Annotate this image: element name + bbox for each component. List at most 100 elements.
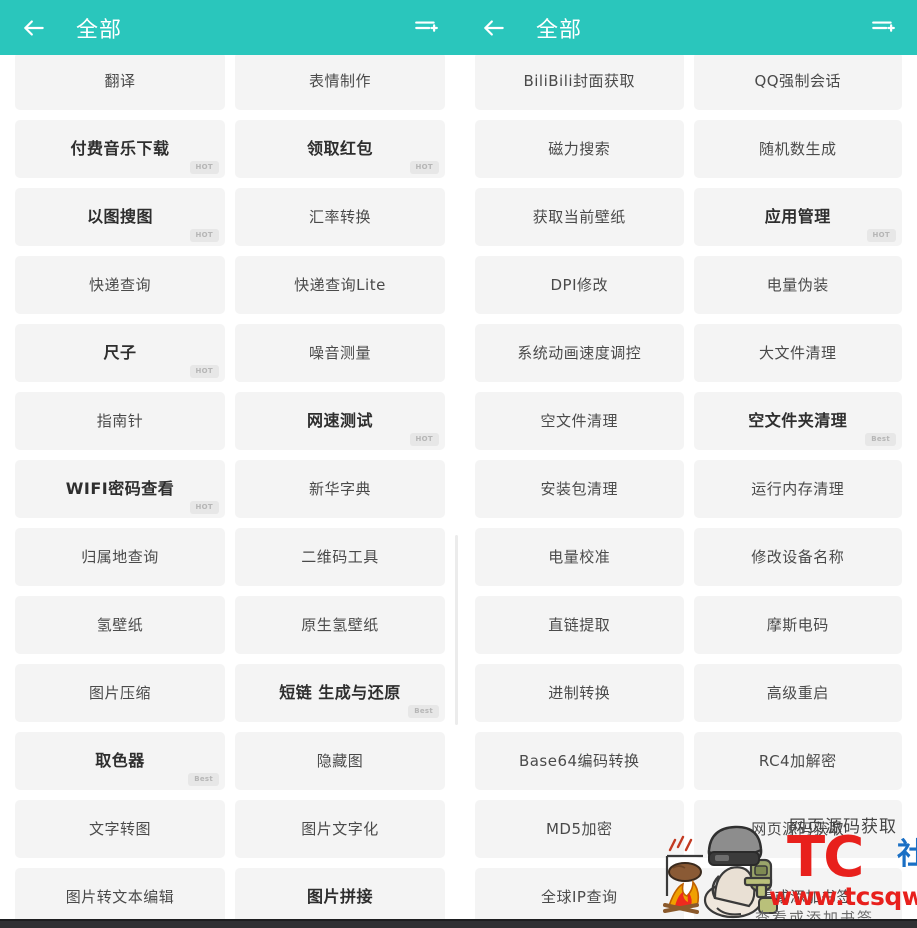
tool-card[interactable]: 新华字典 xyxy=(235,460,445,518)
tool-card[interactable]: 文字转图 xyxy=(15,800,225,858)
tool-card[interactable]: 网页源码获取 xyxy=(693,800,902,858)
tool-card[interactable]: 原生氢壁纸 xyxy=(235,596,445,654)
tool-card[interactable]: Base64编码转换 xyxy=(475,732,684,790)
tool-cell: QQ强制会话 xyxy=(689,47,908,115)
tool-cell: Base64编码转换 xyxy=(470,727,689,795)
back-button-right[interactable] xyxy=(474,8,514,48)
page-title-left: 全部 xyxy=(76,17,123,43)
playlist-add-button-left[interactable] xyxy=(406,8,446,48)
left-app-panel: 全部 翻译 表情制作 付费音乐下载 HOT 领取红包 HOT 以图搜图 HOT 汇率转换快递查询… xyxy=(0,0,460,928)
tool-card[interactable]: 取色器 Best xyxy=(15,732,225,790)
left-appbar: 全部 xyxy=(0,0,460,55)
tool-card[interactable]: 汇率转换 xyxy=(235,188,445,246)
tool-card[interactable]: 归属地查询 xyxy=(15,528,225,586)
left-panel-scrollbar[interactable] xyxy=(455,535,458,725)
tool-card[interactable]: 查看或添加书签 xyxy=(693,868,902,926)
tool-card[interactable]: 系统动画速度调控 xyxy=(475,324,684,382)
tool-card[interactable]: 指南针 xyxy=(15,392,225,450)
tool-card[interactable]: 尺子 HOT xyxy=(15,324,225,382)
tool-card-label: 快递查询 xyxy=(88,275,151,294)
back-button-left[interactable] xyxy=(14,8,54,48)
right-tool-grid: BiliBili封面获取 QQ强制会话磁力搜索 随机数生成获取当前壁纸 应用管理 HOT… xyxy=(460,47,917,928)
tool-card[interactable]: DPI修改 xyxy=(475,256,684,314)
tool-card[interactable]: 表情制作 xyxy=(235,52,445,110)
tool-card-label: 随机数生成 xyxy=(758,139,837,158)
tool-card-label: 摩斯电码 xyxy=(766,615,829,634)
left-tool-grid: 翻译 表情制作 付费音乐下载 HOT 领取红包 HOT 以图搜图 HOT 汇率转换快递查询 快递查… xyxy=(0,47,460,928)
tool-card-label: 空文件夹清理 xyxy=(748,411,848,431)
tool-card[interactable]: RC4加解密 xyxy=(693,732,902,790)
tool-card[interactable]: 电量伪装 xyxy=(693,256,902,314)
tool-card[interactable]: 电量校准 xyxy=(475,528,684,586)
tool-card[interactable]: 磁力搜索 xyxy=(475,120,684,178)
tool-card-badge: HOT xyxy=(189,229,219,242)
playlist-add-icon xyxy=(413,15,439,41)
tool-card[interactable]: 图片转文本编辑 xyxy=(15,868,225,926)
tool-card[interactable]: 修改设备名称 xyxy=(693,528,902,586)
tool-card[interactable]: 快递查询Lite xyxy=(235,256,445,314)
tool-card[interactable]: 应用管理 HOT xyxy=(693,188,902,246)
playlist-add-button-right[interactable] xyxy=(863,8,903,48)
tool-card[interactable]: 氢壁纸 xyxy=(15,596,225,654)
tool-card-label: 尺子 xyxy=(103,343,137,363)
tool-card-label: 网页源码获取 xyxy=(751,819,845,838)
tool-card[interactable]: MD5加密 xyxy=(475,800,684,858)
tool-card-label: 全球IP查询 xyxy=(541,887,618,906)
tool-card[interactable]: 安装包清理 xyxy=(475,460,684,518)
tool-cell: 电量伪装 xyxy=(689,251,908,319)
tool-card[interactable]: 以图搜图 HOT xyxy=(15,188,225,246)
tool-card-badge: HOT xyxy=(409,161,439,174)
tool-card[interactable]: QQ强制会话 xyxy=(693,52,902,110)
tool-card[interactable]: 噪音测量 xyxy=(235,324,445,382)
tool-cell: 随机数生成 xyxy=(689,115,908,183)
tool-cell: BiliBili封面获取 xyxy=(470,47,689,115)
tool-card[interactable]: 进制转换 xyxy=(475,664,684,722)
tool-cell: 图片文字化 xyxy=(230,795,450,863)
tool-card[interactable]: 图片压缩 xyxy=(15,664,225,722)
tool-card[interactable]: 高级重启 xyxy=(693,664,902,722)
tool-card[interactable]: WIFI密码查看 HOT xyxy=(15,460,225,518)
tool-card-label: 图片压缩 xyxy=(88,683,151,702)
tool-card[interactable]: 快递查询 xyxy=(15,256,225,314)
tool-card-label: 空文件清理 xyxy=(540,411,618,430)
tool-cell: 空文件夹清理 Best xyxy=(689,387,908,455)
tool-card-label: 噪音测量 xyxy=(308,343,371,362)
tool-card[interactable]: 空文件夹清理 Best xyxy=(693,392,902,450)
tool-card[interactable]: 短链 生成与还原 Best xyxy=(235,664,445,722)
tool-card[interactable]: 摩斯电码 xyxy=(693,596,902,654)
tool-cell: 大文件清理 xyxy=(689,319,908,387)
tool-card-label: 进制转换 xyxy=(548,683,611,702)
arrow-left-icon xyxy=(21,15,47,41)
tool-cell: 原生氢壁纸 xyxy=(230,591,450,659)
tool-cell: 付费音乐下载 HOT xyxy=(10,115,230,183)
tool-card-badge: HOT xyxy=(189,501,219,514)
tool-card[interactable]: 获取当前壁纸 xyxy=(475,188,684,246)
tool-card[interactable]: 直链提取 xyxy=(475,596,684,654)
tool-card[interactable]: 运行内存清理 xyxy=(693,460,902,518)
tool-card[interactable]: 随机数生成 xyxy=(693,120,902,178)
tool-card[interactable]: 图片拼接 xyxy=(235,868,445,926)
tool-cell: 噪音测量 xyxy=(230,319,450,387)
tool-card-badge: HOT xyxy=(409,433,439,446)
tool-cell: 翻译 xyxy=(10,47,230,115)
tool-card[interactable]: 领取红包 HOT xyxy=(235,120,445,178)
tool-card-label: QQ强制会话 xyxy=(754,71,842,90)
tool-card[interactable]: 空文件清理 xyxy=(475,392,684,450)
tool-card-badge: HOT xyxy=(189,161,219,174)
tool-card[interactable]: BiliBili封面获取 xyxy=(475,52,684,110)
tool-cell: 进制转换 xyxy=(470,659,689,727)
tool-card[interactable]: 付费音乐下载 HOT xyxy=(15,120,225,178)
tool-card-label: 大文件清理 xyxy=(758,343,837,362)
tool-card-label: 翻译 xyxy=(104,71,136,90)
tool-card-label: 运行内存清理 xyxy=(751,479,845,498)
tool-card[interactable]: 全球IP查询 xyxy=(475,868,684,926)
tool-card-label: 系统动画速度调控 xyxy=(517,343,642,362)
tool-card[interactable]: 隐藏图 xyxy=(235,732,445,790)
tool-card-badge: Best xyxy=(188,773,219,786)
tool-card[interactable]: 大文件清理 xyxy=(693,324,902,382)
tool-card[interactable]: 网速测试 HOT xyxy=(235,392,445,450)
tool-card[interactable]: 翻译 xyxy=(15,52,225,110)
tool-cell: 短链 生成与还原 Best xyxy=(230,659,450,727)
tool-card[interactable]: 二维码工具 xyxy=(235,528,445,586)
tool-card[interactable]: 图片文字化 xyxy=(235,800,445,858)
